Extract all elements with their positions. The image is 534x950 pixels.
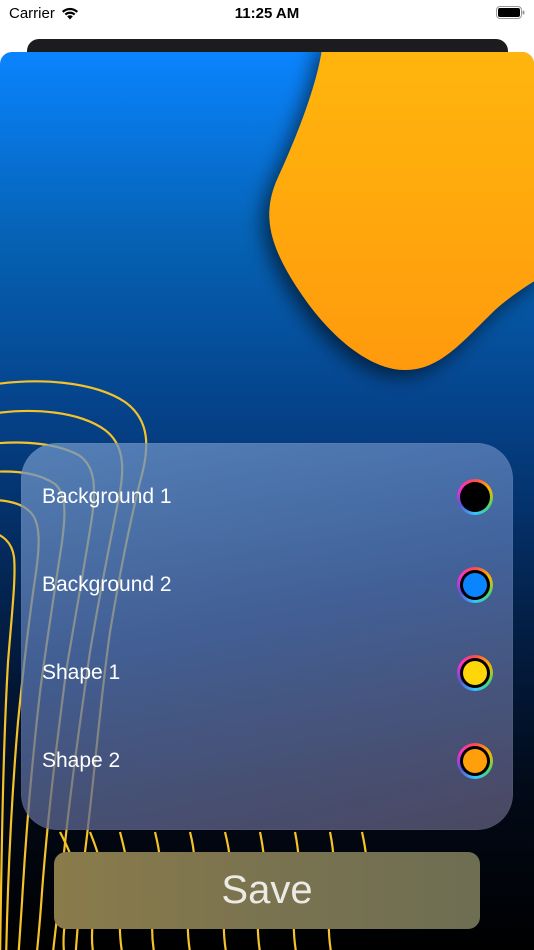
setting-label: Background 1 [42, 485, 172, 508]
blob-shape [269, 52, 534, 370]
setting-row-shape-1[interactable]: Shape 1 [21, 629, 513, 717]
setting-row-background-1[interactable]: Background 1 [21, 453, 513, 541]
wallpaper-preview: Background 1 Background 2 Shape 1 Shape … [0, 52, 534, 950]
status-time: 11:25 AM [234, 5, 300, 22]
color-settings-panel: Background 1 Background 2 Shape 1 Shape … [21, 443, 513, 830]
color-swatch [463, 485, 487, 509]
save-button[interactable]: Save [54, 852, 480, 929]
color-picker-button[interactable] [457, 743, 493, 779]
battery-icon [496, 6, 525, 19]
color-swatch [463, 573, 487, 597]
color-swatch [463, 749, 487, 773]
color-picker-button[interactable] [457, 567, 493, 603]
status-bar: Carrier 11:25 AM [0, 0, 534, 30]
setting-row-shape-2[interactable]: Shape 2 [21, 717, 513, 805]
color-picker-button[interactable] [457, 655, 493, 691]
color-picker-button[interactable] [457, 479, 493, 515]
app-screen: Carrier 11:25 AM Background 1 Background… [0, 0, 534, 950]
setting-label: Shape 1 [42, 661, 121, 684]
setting-row-background-2[interactable]: Background 2 [21, 541, 513, 629]
color-swatch [463, 661, 487, 685]
setting-label: Shape 2 [42, 749, 121, 772]
setting-label: Background 2 [42, 573, 172, 596]
